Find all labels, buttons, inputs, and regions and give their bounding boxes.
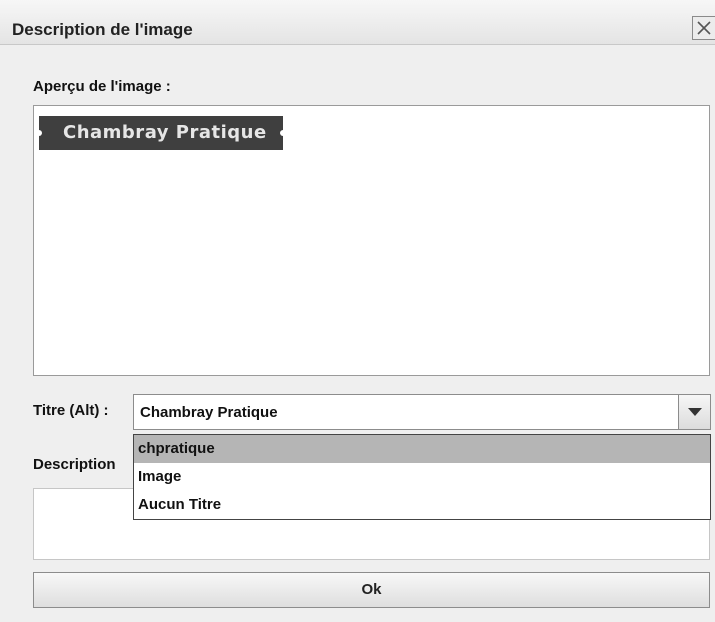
dropdown-option-aucun-titre[interactable]: Aucun Titre — [134, 491, 710, 519]
dropdown-option-image[interactable]: Image — [134, 463, 710, 491]
window-title: Description de l'image — [12, 20, 193, 39]
description-label: Description — [33, 456, 116, 473]
image-notch-right — [280, 130, 286, 136]
ok-button[interactable]: Ok — [33, 572, 710, 608]
titre-dropdown-list: chpratique Image Aucun Titre — [133, 434, 711, 520]
triangle-down-icon — [688, 408, 702, 416]
window-titlebar: Description de l'image — [0, 0, 715, 45]
image-preview-panel: Chambray Pratique — [33, 105, 710, 376]
titre-dropdown-button[interactable] — [678, 395, 710, 429]
image-notch-left — [36, 130, 42, 136]
titre-label: Titre (Alt) : — [33, 402, 109, 419]
preview-image: Chambray Pratique — [36, 116, 286, 150]
preview-label: Aperçu de l'image : — [33, 78, 171, 95]
titre-combobox[interactable]: Chambray Pratique — [133, 394, 711, 430]
close-button[interactable] — [692, 16, 715, 40]
close-icon — [697, 21, 711, 35]
titre-combobox-value[interactable]: Chambray Pratique — [140, 404, 278, 421]
dropdown-option-chpratique[interactable]: chpratique — [134, 435, 710, 463]
preview-image-text: Chambray Pratique — [63, 122, 267, 143]
